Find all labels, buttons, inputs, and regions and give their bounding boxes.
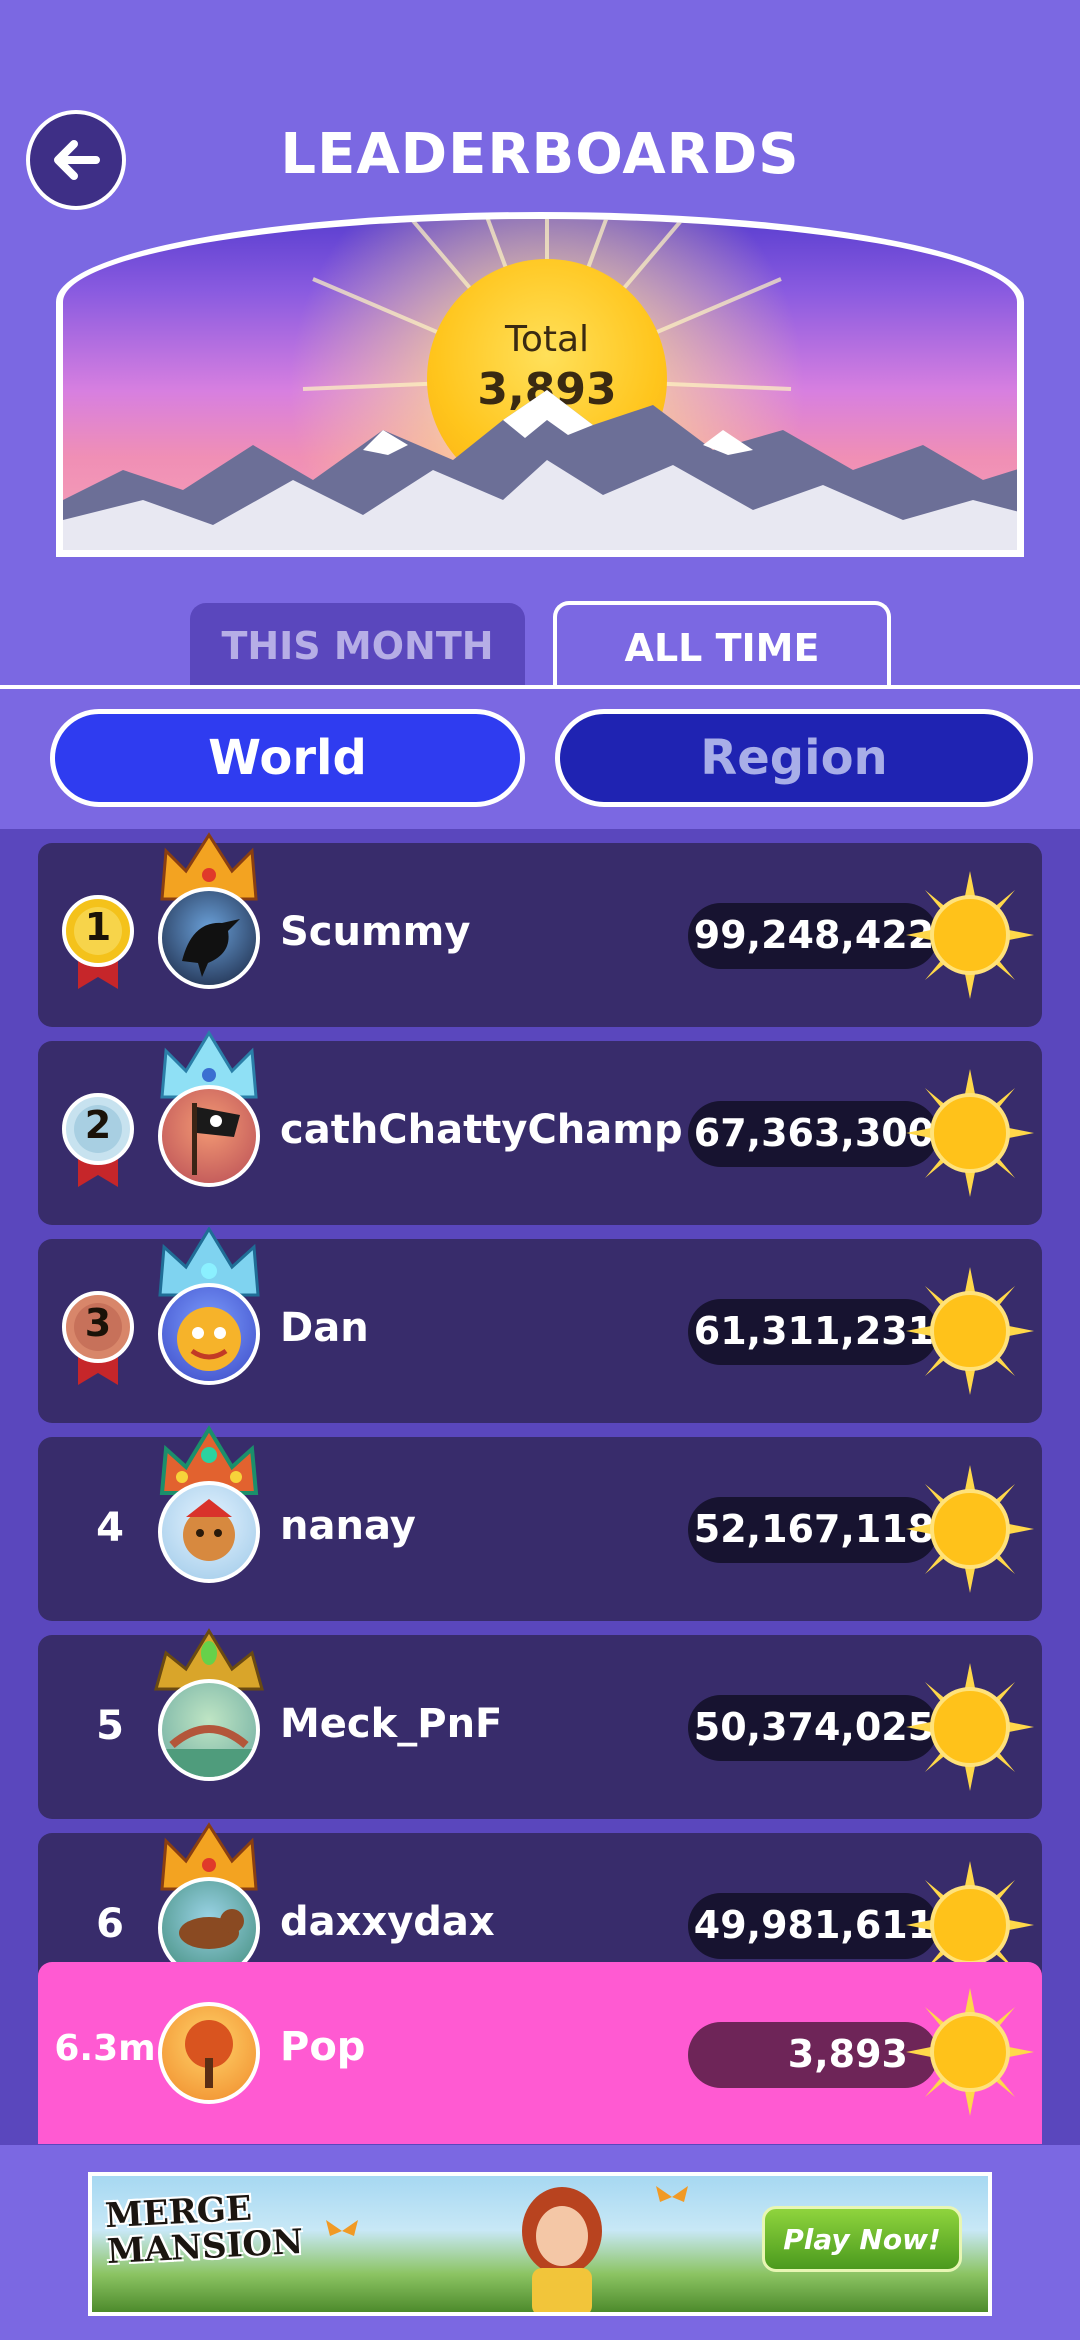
sun-icon	[906, 1988, 1034, 2116]
player-name: Dan	[280, 1305, 369, 1351]
play-now-button[interactable]: Play Now!	[762, 2206, 962, 2272]
rank-number: 6	[96, 1901, 124, 1947]
sun-icon	[906, 1267, 1034, 1395]
avatar[interactable]	[158, 1481, 260, 1583]
ad-area: MERGE MANSION Play Now!	[0, 2146, 1080, 2340]
sun-icon	[906, 1663, 1034, 1791]
avatar[interactable]	[158, 1679, 260, 1781]
player-score: 52,167,118	[693, 1507, 935, 1551]
avatar[interactable]	[158, 1283, 260, 1385]
page-title: LEADERBOARDS	[280, 122, 800, 187]
leaderboard-row[interactable]: 5 Meck_PnF 50,374,025	[38, 1628, 1042, 1819]
ad-banner[interactable]: MERGE MANSION Play Now!	[88, 2172, 992, 2316]
lion-dance-avatar-icon	[177, 1307, 241, 1371]
sun-icon	[906, 871, 1034, 999]
avatar[interactable]	[158, 887, 260, 989]
current-user-name: Pop	[280, 2024, 366, 2070]
dog-avatar-icon	[179, 1909, 244, 1949]
mountains-icon	[63, 390, 1017, 550]
region-button[interactable]: Region	[555, 709, 1033, 807]
player-name: nanay	[280, 1503, 416, 1549]
sun-icon	[906, 1069, 1034, 1197]
rank-number: 4	[96, 1505, 124, 1551]
current-user-rank: 6.3m	[54, 2028, 156, 2069]
rank-number: 3	[84, 1301, 112, 1345]
world-button[interactable]: World	[50, 709, 525, 807]
ad-logo: MERGE MANSION	[104, 2189, 305, 2273]
autumn-tree-avatar-icon	[185, 2020, 233, 2088]
ad-logo-line2: MANSION	[106, 2221, 305, 2273]
butterfly-icon	[656, 2186, 688, 2202]
player-name: daxxydax	[280, 1899, 495, 1945]
rank-number: 1	[84, 905, 112, 949]
player-name: Scummy	[280, 909, 471, 955]
ad-character-icon	[522, 2187, 602, 2312]
scope-selector: World Region	[0, 689, 1080, 829]
player-score: 61,311,231	[693, 1309, 935, 1353]
total-banner: Total 3,893	[56, 212, 1024, 557]
header: LEADERBOARDS Total 3,893 THIS MONTH ALL …	[0, 0, 1080, 691]
gingerbread-avatar-icon	[183, 1499, 235, 1561]
player-score: 49,981,611	[693, 1903, 935, 1947]
avatar[interactable]	[158, 2002, 260, 2104]
pirate-flag-avatar-icon	[192, 1103, 240, 1175]
player-name: cathChattyChamp	[280, 1107, 683, 1153]
tab-this-month[interactable]: THIS MONTH	[190, 603, 525, 689]
player-score: 50,374,025	[693, 1705, 935, 1749]
tab-all-time[interactable]: ALL TIME	[553, 601, 891, 691]
leaderboard-row[interactable]: 1 Scummy 99,248,422	[38, 832, 1042, 1027]
crow-avatar-icon	[182, 919, 240, 977]
butterfly-icon	[326, 2220, 358, 2236]
player-score: 67,363,300	[693, 1111, 935, 1155]
sun-icon	[906, 1465, 1034, 1593]
leaderboard-row[interactable]: 3 Dan 61,311,231	[38, 1227, 1042, 1423]
current-user-row[interactable]: 6.3m Pop 3,893	[38, 1962, 1042, 2144]
leaderboard-list[interactable]: 1 Scummy 99,248,422 2 cathChattyChamp 67…	[0, 829, 1080, 2145]
player-name: Meck_PnF	[280, 1701, 503, 1747]
player-score: 99,248,422	[693, 913, 935, 957]
leaderboard-row[interactable]: 4 nanay 52,167,118	[38, 1425, 1042, 1621]
rank-number: 2	[84, 1103, 112, 1147]
bridge-avatar-icon	[162, 1725, 256, 1777]
rank-number: 5	[96, 1703, 124, 1749]
leaderboard-row[interactable]: 2 cathChattyChamp 67,363,300	[38, 1030, 1042, 1225]
avatar[interactable]	[158, 1085, 260, 1187]
